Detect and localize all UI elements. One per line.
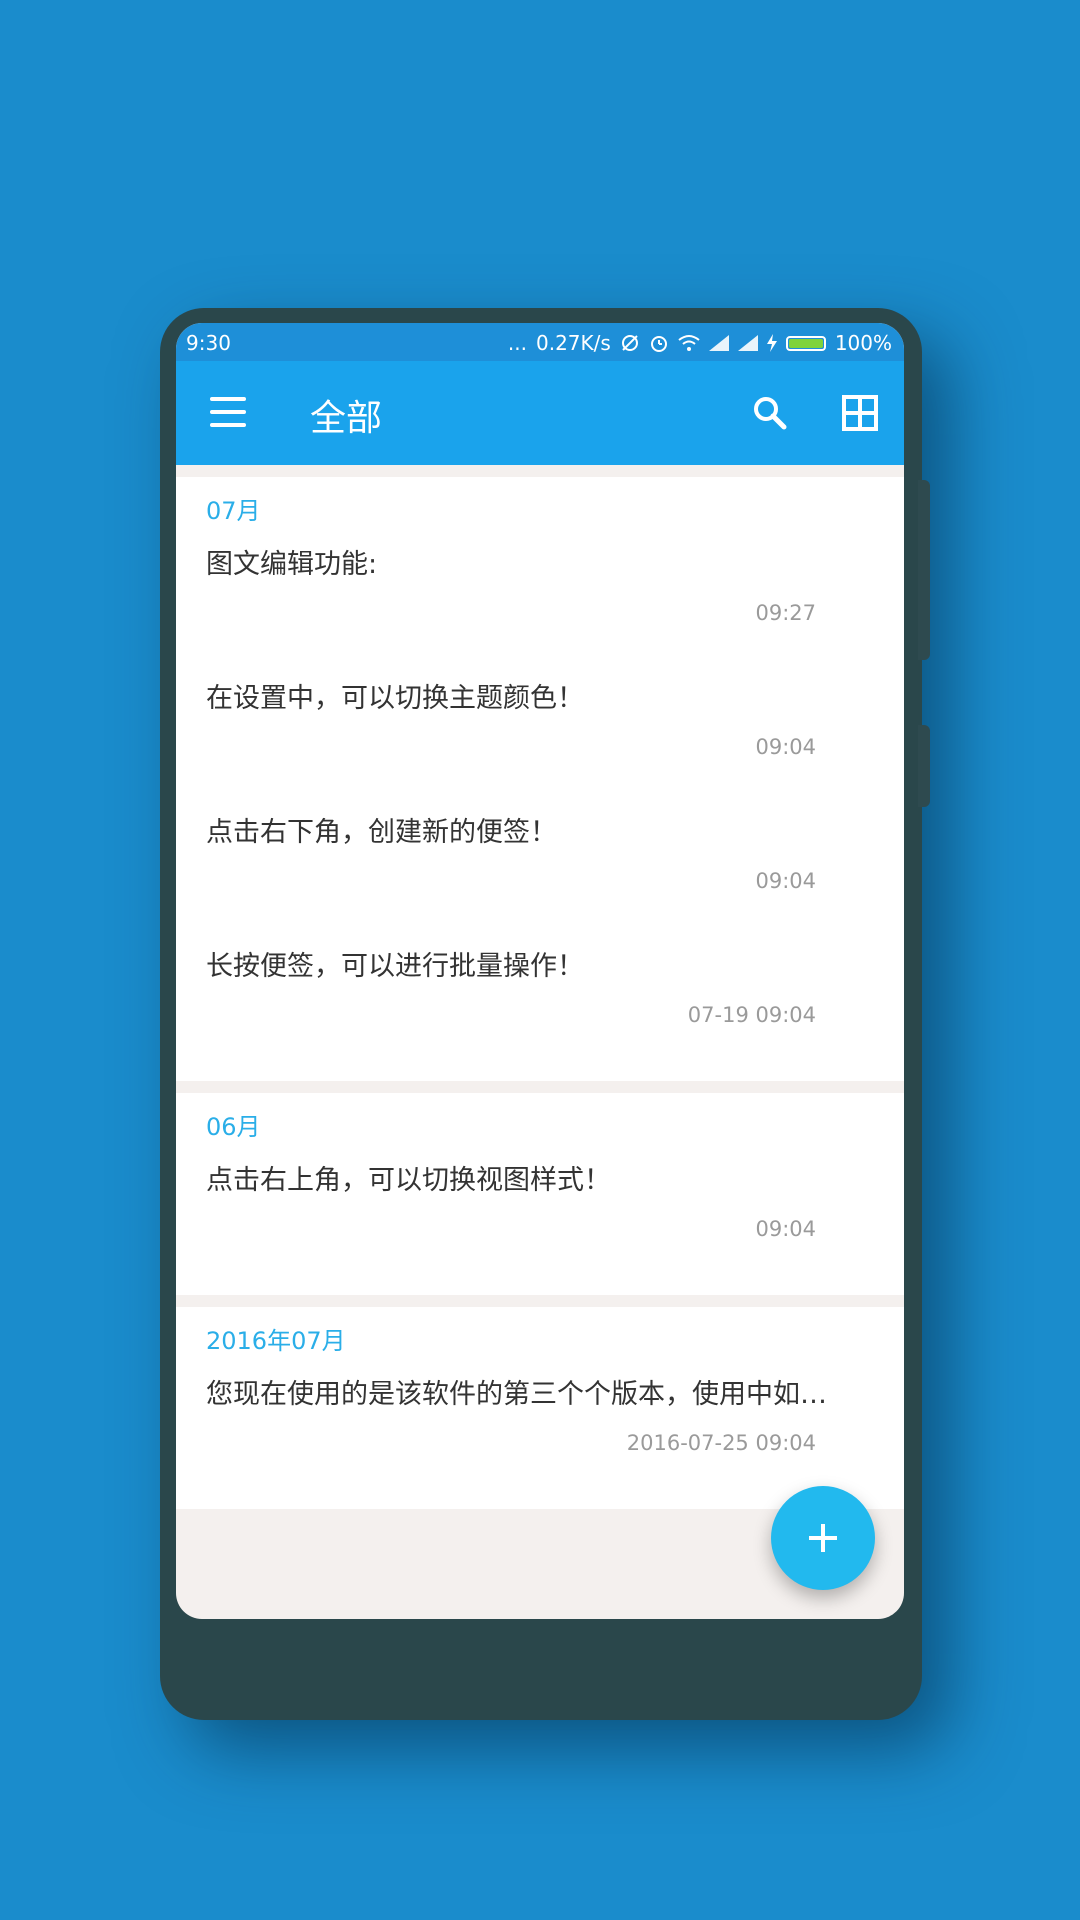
- page-title: 全部: [310, 398, 383, 439]
- add-icon: [821, 1524, 825, 1552]
- sync-off-icon: [621, 335, 638, 351]
- note-text: 点击右上角，可以切换视图样式！: [206, 1165, 611, 1196]
- note-item[interactable]: 您现在使用的是该软件的第三个个版本，使用中如… 2016-07-25 09:04: [176, 1375, 904, 1509]
- notes-list: 07月 图文编辑功能: 09:27 在设置中，可以切换主题颜色！ 09:04 点击右下角，…: [176, 477, 904, 1521]
- note-item[interactable]: 在设置中，可以切换主题颜色！ 09:04: [176, 679, 904, 813]
- note-text: 点击右下角，创建新的便签！: [206, 817, 557, 848]
- search-button[interactable]: [750, 393, 790, 433]
- note-item[interactable]: 点击右上角，可以切换视图样式！ 09:04: [176, 1161, 904, 1295]
- note-text: 在设置中，可以切换主题颜色！: [206, 683, 584, 714]
- note-item[interactable]: 点击右下角，创建新的便签！ 09:04: [176, 813, 904, 947]
- alarm-icon: [650, 336, 667, 352]
- note-section: 07月 图文编辑功能: 09:27 在设置中，可以切换主题颜色！ 09:04 点击右下角，…: [176, 477, 904, 1081]
- menu-icon: [210, 410, 246, 414]
- menu-icon: [210, 423, 246, 427]
- note-text: 长按便签，可以进行批量操作！: [206, 951, 584, 982]
- battery-level: [788, 338, 823, 348]
- phone-screen: 9:30 ... 0.27K/s 100% 全部 07月 图文编辑功能: 09:…: [176, 323, 904, 1619]
- side-button: [918, 480, 930, 660]
- app-bar: 全部: [176, 361, 904, 465]
- search-icon: [754, 397, 787, 430]
- note-item[interactable]: 图文编辑功能: 09:27: [176, 545, 904, 679]
- menu-icon: [210, 397, 246, 401]
- menu-button[interactable]: [210, 397, 246, 427]
- status-bar: 9:30 ... 0.27K/s 100%: [176, 323, 904, 361]
- net-speed: 0.27K/s: [536, 331, 611, 355]
- grid-view-icon: [842, 395, 878, 431]
- view-toggle-button[interactable]: [840, 393, 880, 433]
- note-item[interactable]: 长按便签，可以进行批量操作！ 07-19 09:04: [176, 947, 904, 1081]
- note-time: 09:04: [755, 1217, 816, 1241]
- signal-icon: [708, 335, 729, 351]
- battery-icon: [785, 335, 826, 351]
- side-button: [918, 725, 930, 807]
- section-header: 07月: [206, 497, 261, 525]
- more-dots: ...: [507, 331, 527, 355]
- section-header: 2016年07月: [206, 1327, 346, 1355]
- wifi-icon: [678, 335, 700, 351]
- battery-text: 100%: [834, 331, 892, 355]
- signal-icon: [737, 335, 758, 351]
- charging-icon: [766, 334, 777, 352]
- note-time: 09:27: [755, 601, 816, 625]
- status-indicators: ... 0.27K/s 100%: [508, 331, 892, 355]
- note-time: 07-19 09:04: [687, 1003, 816, 1027]
- note-text: 您现在使用的是该软件的第三个个版本，使用中如…: [206, 1379, 827, 1410]
- note-time: 09:04: [755, 869, 816, 893]
- status-time: 9:30: [186, 331, 231, 355]
- note-section: 2016年07月您现在使用的是该软件的第三个个版本，使用中如… 2016-07-2…: [176, 1307, 904, 1509]
- note-section: 06月点击右上角，可以切换视图样式！ 09:04: [176, 1093, 904, 1295]
- note-time: 2016-07-25 09:04: [626, 1431, 816, 1455]
- add-note-button[interactable]: [771, 1486, 875, 1590]
- section-header: 06月: [206, 1113, 261, 1141]
- note-time: 09:04: [755, 735, 816, 759]
- note-text: 图文编辑功能:: [206, 549, 378, 580]
